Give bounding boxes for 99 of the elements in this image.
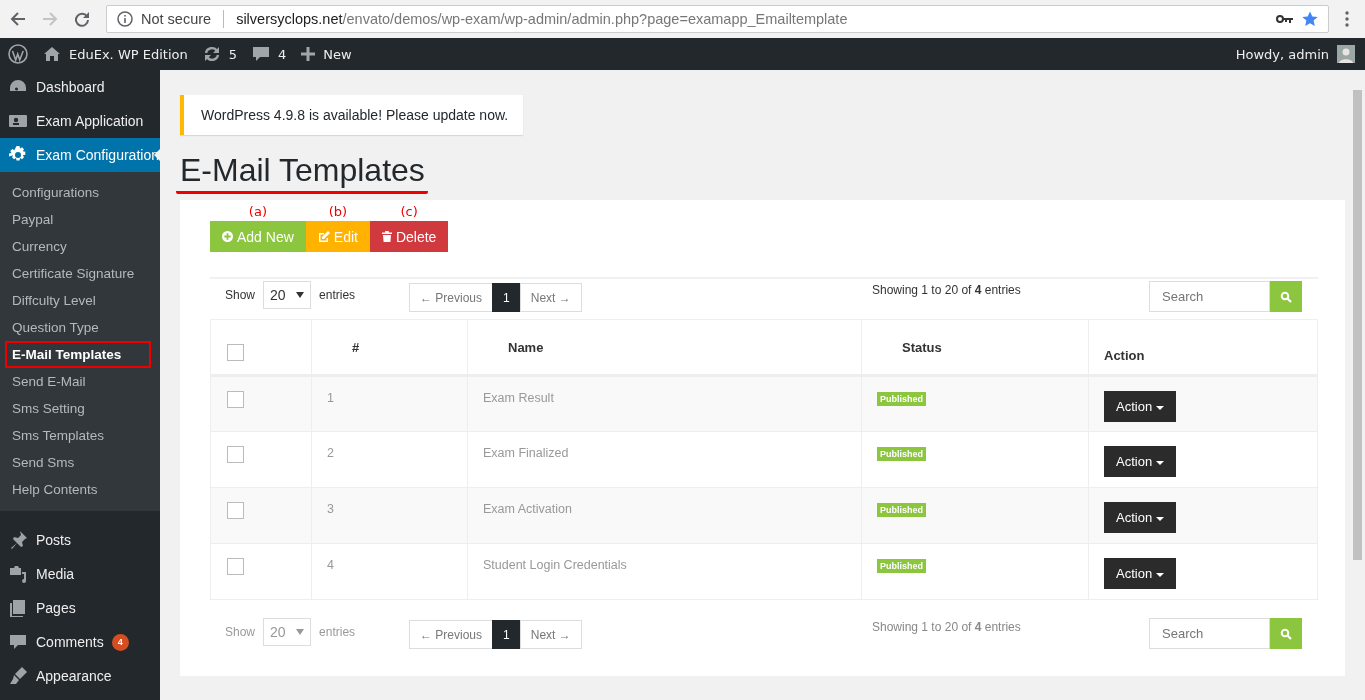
- submenu-item[interactable]: Diffculty Level: [0, 287, 160, 314]
- status-badge: Published: [877, 559, 926, 574]
- submenu-item[interactable]: Send Sms: [0, 449, 160, 476]
- entries-label: entries: [319, 288, 356, 303]
- annotation-label: (c): [400, 203, 418, 222]
- submenu-item[interactable]: Help Contents: [0, 476, 160, 503]
- info-icon: [117, 11, 133, 27]
- security-label: Not secure: [141, 11, 212, 27]
- row-checkbox[interactable]: [227, 391, 244, 409]
- entries-info: Showing 1 to 20 of 4 entries: [872, 620, 1022, 635]
- search-button[interactable]: [1270, 281, 1302, 313]
- menu-item[interactable]: Comments 4: [0, 625, 160, 659]
- menu-item[interactable]: Dashboard: [0, 70, 160, 104]
- column-header: Action: [1104, 348, 1145, 364]
- new-link[interactable]: New: [301, 46, 352, 62]
- account-menu[interactable]: Howdy, admin: [1235, 45, 1355, 63]
- bookmark-star-icon[interactable]: [1302, 11, 1318, 27]
- comment-icon: [8, 632, 28, 652]
- search-field[interactable]: Search: [1149, 281, 1270, 313]
- avatar-icon: [1337, 45, 1355, 63]
- address-bar[interactable]: Not secure silversyclops.net/envato/demos/wp-exam/wp-admin/admin.php?page=examapp_Emailtemplate: [106, 5, 1329, 33]
- delete-button[interactable]: Delete: [369, 221, 449, 253]
- update-notice: WordPress 4.9.8 is available! Please update now.: [180, 95, 524, 135]
- column-header: Status: [902, 339, 942, 355]
- brush-icon: [8, 666, 28, 686]
- media-icon: [8, 564, 28, 584]
- entries-info: Showing 1 to 20 of 4 entries: [872, 283, 1022, 298]
- select-all-checkbox[interactable]: [227, 344, 244, 362]
- home-icon: [43, 46, 61, 62]
- show-label: Show: [225, 625, 256, 640]
- submenu-item[interactable]: Certificate Signature: [0, 260, 160, 287]
- forward-icon[interactable]: [42, 11, 58, 27]
- site-link[interactable]: EduEx. WP Edition: [43, 46, 188, 62]
- row-checkbox[interactable]: [227, 446, 244, 464]
- submenu-item[interactable]: E-Mail Templates: [5, 341, 151, 368]
- menu-item[interactable]: Appearance: [0, 659, 160, 693]
- pagination-button[interactable]: ← Previous: [409, 283, 494, 313]
- status-badge: Published: [877, 503, 926, 518]
- comments-count: 4: [277, 46, 287, 62]
- plus-circle-icon: [222, 231, 233, 243]
- reload-icon[interactable]: [74, 11, 90, 27]
- action-dropdown-button[interactable]: Action: [1104, 502, 1176, 534]
- column-header: #: [352, 340, 360, 356]
- table-cell: Student Login Credentials: [483, 558, 627, 573]
- pagination-button[interactable]: Next →: [519, 283, 582, 313]
- submenu-item[interactable]: Sms Setting: [0, 395, 160, 422]
- search-icon: [1280, 290, 1292, 303]
- menu-item[interactable]: Media: [0, 557, 160, 591]
- row-checkbox[interactable]: [227, 502, 244, 520]
- table-cell: 1: [327, 391, 334, 406]
- search-icon: [1280, 627, 1292, 640]
- table-cell: 4: [327, 558, 334, 573]
- submenu-item[interactable]: Currency: [0, 233, 160, 260]
- table-cell: Exam Activation: [483, 502, 572, 517]
- comment-icon: [251, 45, 270, 63]
- back-icon[interactable]: [10, 11, 26, 27]
- submenu-item[interactable]: Question Type: [0, 314, 160, 341]
- wordpress-logo-icon[interactable]: [8, 44, 28, 64]
- action-dropdown-button[interactable]: Action: [1104, 558, 1176, 590]
- plus-icon: [301, 47, 316, 61]
- edit-icon: [317, 231, 330, 243]
- submenu-item[interactable]: Sms Templates: [0, 422, 160, 449]
- status-badge: Published: [877, 447, 926, 462]
- column-header: Name: [508, 339, 544, 355]
- comments-link[interactable]: 4: [251, 45, 287, 63]
- page-title: E-Mail Templates: [176, 153, 428, 195]
- table-cell: 3: [327, 502, 334, 517]
- show-label: Show: [225, 288, 256, 303]
- site-name: EduEx. WP Edition: [69, 46, 188, 62]
- annotation-label: (a): [248, 203, 267, 222]
- submenu-item[interactable]: Configurations: [0, 179, 160, 206]
- pages-icon: [8, 598, 28, 618]
- count-badge: 4: [111, 633, 129, 651]
- menu-item[interactable]: Exam Application: [0, 104, 160, 138]
- row-checkbox[interactable]: [227, 558, 244, 576]
- page-size-select[interactable]: 20: [263, 281, 312, 310]
- trash-icon: [381, 231, 392, 243]
- action-dropdown-button[interactable]: Action: [1104, 391, 1176, 423]
- new-label: New: [323, 46, 352, 62]
- updates-count: 5: [228, 46, 237, 62]
- menu-item[interactable]: Posts: [0, 523, 160, 557]
- refresh-icon: [202, 45, 221, 63]
- menu-item[interactable]: Pages: [0, 591, 160, 625]
- greeting: Howdy, admin: [1235, 46, 1329, 62]
- url-text: silversyclops.net/envato/demos/wp-exam/wp-admin/admin.php?page=examapp_Emailtemplate: [236, 11, 848, 27]
- menu-icon[interactable]: [1345, 11, 1349, 27]
- pagination-button[interactable]: 1: [492, 283, 521, 313]
- entries-label: entries: [319, 625, 356, 640]
- status-badge: Published: [877, 392, 926, 407]
- key-icon[interactable]: [1276, 14, 1294, 24]
- action-dropdown-button[interactable]: Action: [1104, 446, 1176, 478]
- table-cell: Exam Finalized: [483, 446, 569, 461]
- table-cell: Exam Result: [483, 391, 554, 406]
- table-cell: 2: [327, 446, 334, 461]
- updates-link[interactable]: 5: [202, 45, 237, 63]
- annotation-label: (b): [328, 203, 348, 222]
- menu-item[interactable]: Exam Configuration: [0, 138, 160, 172]
- submenu-item[interactable]: Send E-Mail: [0, 368, 160, 395]
- submenu-item[interactable]: Paypal: [0, 206, 160, 233]
